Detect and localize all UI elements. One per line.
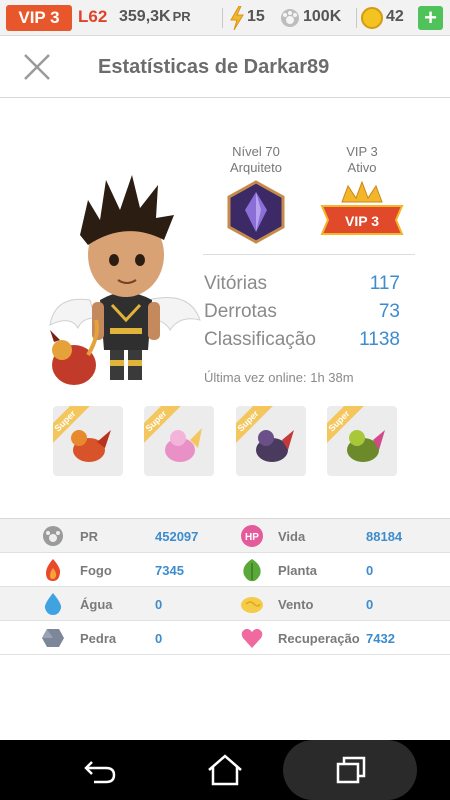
gem-count: 42 bbox=[386, 8, 404, 25]
power-rating-value: 359,3K bbox=[119, 8, 171, 25]
food-icon bbox=[281, 9, 299, 27]
stat-value: 73 bbox=[378, 301, 400, 322]
recents-icon[interactable] bbox=[320, 750, 380, 790]
stat-row-losses: Derrotas 73 bbox=[204, 301, 404, 327]
table-label: Planta bbox=[278, 563, 318, 578]
stone-icon bbox=[42, 629, 64, 647]
stat-value: 117 bbox=[369, 273, 400, 294]
close-icon[interactable] bbox=[22, 52, 52, 82]
separator bbox=[356, 8, 357, 28]
vip-info: VIP 3 Ativo bbox=[332, 144, 392, 176]
dragon-icon bbox=[347, 430, 385, 462]
table-value: 7345 bbox=[155, 563, 184, 578]
table-label: Recuperação bbox=[278, 631, 360, 646]
stat-value: 1138 bbox=[359, 329, 400, 350]
dragon-card[interactable]: Super bbox=[53, 406, 123, 476]
dragon-icon bbox=[71, 430, 111, 462]
home-icon[interactable] bbox=[195, 750, 255, 790]
table-value: 0 bbox=[366, 563, 374, 578]
table-label: Fogo bbox=[80, 563, 112, 578]
rank-line: Arquiteto bbox=[229, 160, 283, 175]
level-info: Nível 70 Arquiteto bbox=[220, 144, 292, 176]
dragon-icon bbox=[256, 430, 294, 462]
page-header: Estatísticas de Darkar89 bbox=[0, 36, 450, 98]
vip-status-line: Ativo bbox=[347, 160, 377, 175]
navigation-bar bbox=[0, 740, 450, 800]
vip-line: VIP 3 bbox=[346, 144, 378, 159]
power-icon bbox=[43, 526, 63, 546]
vip-crown-icon: VIP 3 bbox=[320, 180, 404, 235]
dragon-icon bbox=[165, 428, 202, 462]
separator bbox=[222, 8, 223, 28]
table-value: 88184 bbox=[366, 529, 403, 544]
table-value: 0 bbox=[155, 597, 163, 612]
last-online: Última vez online: 1h 38m bbox=[204, 370, 354, 385]
vip-badge[interactable]: VIP 3 bbox=[6, 5, 72, 31]
fire-icon bbox=[46, 559, 61, 581]
stat-label: Derrotas bbox=[204, 301, 277, 322]
status-bar: VIP 3 L62 359,3K PR 15 100K 42 + bbox=[0, 0, 450, 36]
heart-icon bbox=[241, 628, 263, 648]
wind-icon bbox=[241, 597, 263, 613]
table-value: 452097 bbox=[155, 529, 199, 544]
energy-count: 15 bbox=[247, 8, 265, 25]
stats-table: PR 452097 HP Vida 88184 Fogo 7345 Planta… bbox=[0, 518, 450, 655]
dragon-card[interactable]: Super bbox=[236, 406, 306, 476]
rank-crystal-icon bbox=[227, 180, 285, 244]
vip-crown-label: VIP 3 bbox=[345, 213, 379, 229]
table-row: Fogo 7345 Planta 0 bbox=[0, 553, 450, 587]
table-label: Vida bbox=[278, 529, 306, 544]
add-gems-button[interactable]: + bbox=[418, 6, 443, 30]
table-label: PR bbox=[80, 529, 99, 544]
back-icon[interactable] bbox=[70, 750, 130, 790]
food-count: 100K bbox=[303, 8, 342, 25]
table-value: 0 bbox=[155, 631, 163, 646]
stat-label: Classificação bbox=[204, 329, 316, 350]
stat-row-wins: Vitórias 117 bbox=[204, 273, 404, 299]
page-title: Estatísticas de Darkar89 bbox=[98, 56, 330, 78]
stat-label: Vitórias bbox=[204, 273, 268, 294]
power-rating: 359,3K PR bbox=[119, 8, 191, 26]
table-label: Vento bbox=[278, 597, 314, 612]
plant-icon bbox=[243, 559, 261, 582]
divider bbox=[203, 254, 415, 255]
hp-icon: HP bbox=[241, 525, 263, 547]
dragon-card[interactable]: Super bbox=[327, 406, 397, 476]
table-label: Água bbox=[80, 597, 113, 612]
player-avatar bbox=[49, 175, 201, 385]
energy-icon bbox=[230, 6, 244, 30]
table-label: Pedra bbox=[80, 631, 117, 646]
table-row: Pedra 0 Recuperação 7432 bbox=[0, 621, 450, 655]
player-level: L62 bbox=[78, 7, 108, 26]
power-rating-suffix: PR bbox=[172, 9, 191, 24]
water-icon bbox=[44, 593, 62, 615]
table-value: 7432 bbox=[366, 631, 395, 646]
gem-icon bbox=[361, 7, 383, 29]
stat-row-rating: Classificação 1138 bbox=[204, 329, 404, 355]
hp-icon-label: HP bbox=[245, 532, 259, 543]
table-value: 0 bbox=[366, 597, 374, 612]
table-row: Água 0 Vento 0 bbox=[0, 587, 450, 621]
level-line: Nível 70 bbox=[232, 144, 280, 159]
dragon-card[interactable]: Super bbox=[144, 406, 214, 476]
table-row: PR 452097 HP Vida 88184 bbox=[0, 519, 450, 553]
app-screen: VIP 3 L62 359,3K PR 15 100K 42 + Estatíst… bbox=[0, 0, 450, 800]
